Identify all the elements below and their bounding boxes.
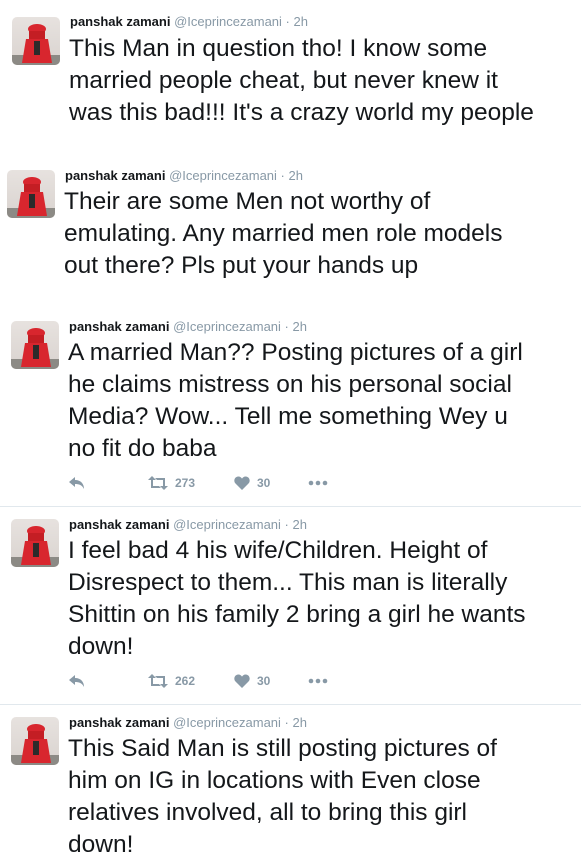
- tweet-text-line: out there? Pls put your hands up: [64, 252, 419, 279]
- tweet-text-line: him on IG in locations with Even close: [68, 767, 481, 794]
- reply-icon: [69, 675, 84, 687]
- avatar[interactable]: [7, 170, 55, 218]
- tweet-header: panshak zamani @Iceprincezamani · 2h: [70, 14, 308, 30]
- display-name[interactable]: panshak zamani: [69, 319, 169, 334]
- more-options-button[interactable]: [308, 476, 328, 490]
- display-name[interactable]: panshak zamani: [69, 715, 169, 730]
- like-button[interactable]: 30: [234, 476, 270, 490]
- timestamp[interactable]: 2h: [294, 14, 308, 29]
- avatar[interactable]: [11, 321, 59, 369]
- tweet-text-line: emulating. Any married men role models: [64, 220, 503, 247]
- tweet-text-line: no fit do baba: [68, 435, 217, 462]
- tweet-text-line: Shittin on his family 2 bring a girl he …: [68, 601, 526, 628]
- tweet-header: panshak zamani @Iceprincezamani · 2h: [69, 715, 307, 731]
- like-count: 30: [257, 674, 271, 688]
- avatar[interactable]: [11, 717, 59, 765]
- tweet-text: This Said Man is still posting pictures …: [68, 733, 497, 861]
- reply-button[interactable]: [68, 476, 86, 490]
- user-handle[interactable]: @Iceprincezamani: [169, 168, 277, 183]
- tweet-header: panshak zamani @Iceprincezamani · 2h: [65, 168, 303, 184]
- avatar[interactable]: [11, 519, 59, 567]
- retweet-count: 262: [175, 674, 196, 688]
- tweet-text: I feel bad 4 his wife/Children. Height o…: [68, 535, 526, 663]
- retweet-button[interactable]: 262: [148, 674, 195, 688]
- timestamp[interactable]: 2h: [293, 517, 307, 532]
- display-name[interactable]: panshak zamani: [70, 14, 170, 29]
- timestamp[interactable]: 2h: [293, 319, 307, 334]
- tweet-text: This Man in question tho! I know some ma…: [69, 33, 534, 129]
- retweet-icon: [148, 674, 168, 688]
- like-button[interactable]: 30: [234, 674, 270, 688]
- tweet-actions: 273 30: [68, 476, 368, 496]
- separator-dot: ·: [285, 14, 290, 29]
- like-count: 30: [257, 476, 271, 490]
- user-handle[interactable]: @Iceprincezamani: [173, 319, 281, 334]
- tweet-header: panshak zamani @Iceprincezamani · 2h: [69, 517, 307, 533]
- reply-button[interactable]: [68, 674, 86, 688]
- more-icon: [308, 480, 328, 486]
- tweet-text-line: I feel bad 4 his wife/Children. Height o…: [68, 537, 488, 564]
- tweet-text-line: down!: [68, 831, 134, 858]
- heart-icon: [234, 476, 250, 490]
- tweet-divider: [0, 704, 581, 705]
- separator-dot: ·: [284, 517, 289, 532]
- tweet-actions: 262 30: [68, 674, 368, 694]
- tweet-text: A married Man?? Posting pictures of a gi…: [68, 337, 523, 465]
- user-handle[interactable]: @Iceprincezamani: [173, 715, 281, 730]
- separator-dot: ·: [284, 319, 289, 334]
- tweet-header: panshak zamani @Iceprincezamani · 2h: [69, 319, 307, 335]
- tweet-text-line: A married Man?? Posting pictures of a gi…: [68, 339, 523, 366]
- timestamp[interactable]: 2h: [293, 715, 307, 730]
- tweet-text-line: Disrespect to them... This man is litera…: [68, 569, 508, 596]
- tweet-text-line: Media? Wow... Tell me something Wey u: [68, 403, 508, 430]
- retweet-icon: [148, 476, 168, 490]
- more-options-button[interactable]: [308, 674, 328, 688]
- tweet-text-line: Their are some Men not worthy of: [64, 188, 431, 215]
- tweet-text-line: This Man in question tho! I know some: [69, 35, 488, 62]
- user-handle[interactable]: @Iceprincezamani: [174, 14, 282, 29]
- retweet-button[interactable]: 273: [148, 476, 195, 490]
- display-name[interactable]: panshak zamani: [65, 168, 165, 183]
- display-name[interactable]: panshak zamani: [69, 517, 169, 532]
- heart-icon: [234, 674, 250, 688]
- tweet-divider: [0, 506, 581, 507]
- tweet-text: Their are some Men not worthy of emulati…: [64, 186, 502, 282]
- retweet-count: 273: [175, 476, 196, 490]
- more-icon: [308, 678, 328, 684]
- reply-icon: [69, 477, 84, 489]
- timestamp[interactable]: 2h: [289, 168, 303, 183]
- tweet-text-line: This Said Man is still posting pictures …: [68, 735, 497, 762]
- tweet-text-line: down!: [68, 633, 134, 660]
- separator-dot: ·: [280, 168, 285, 183]
- avatar[interactable]: [12, 17, 60, 65]
- tweet-text-line: he claims mistress on his personal socia…: [68, 371, 512, 398]
- user-handle[interactable]: @Iceprincezamani: [173, 517, 281, 532]
- separator-dot: ·: [284, 715, 289, 730]
- tweet-text-line: married people cheat, but never knew it: [69, 67, 498, 94]
- tweet-text-line: was this bad!!! It's a crazy world my pe…: [69, 99, 534, 126]
- tweet-text-line: relatives involved, all to bring this gi…: [68, 799, 467, 826]
